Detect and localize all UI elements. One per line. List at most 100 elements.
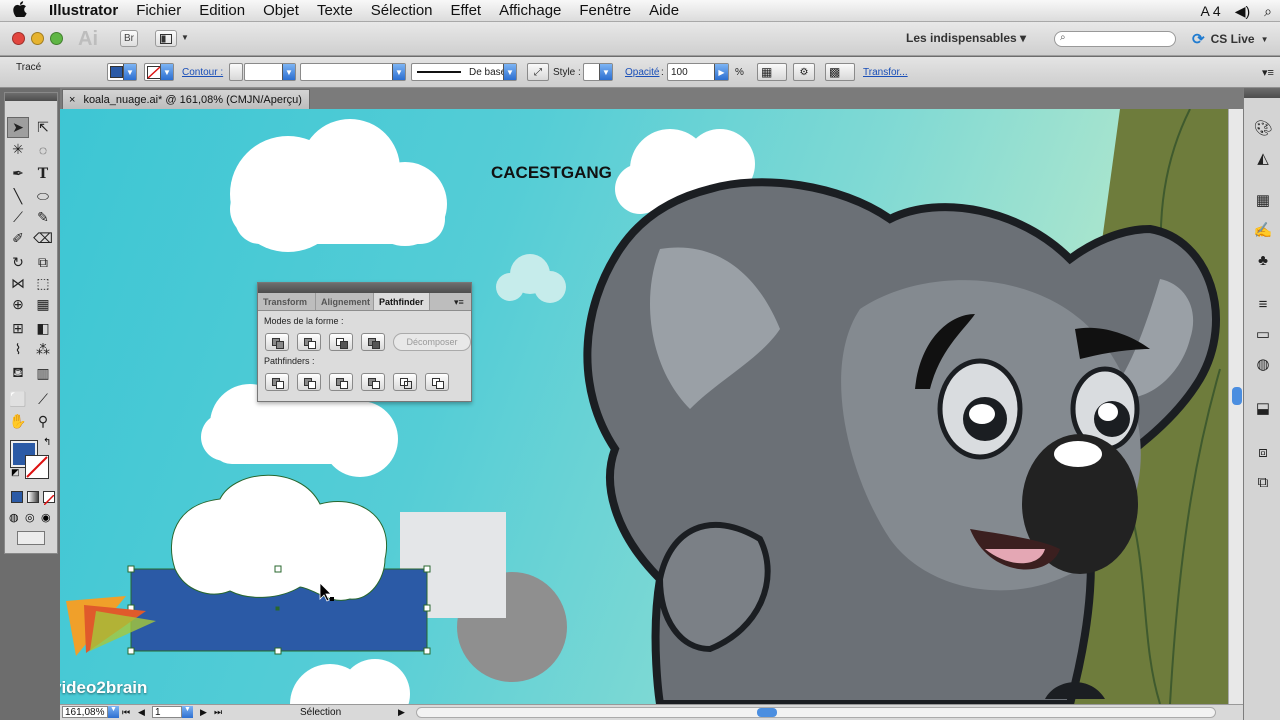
brush-definition-select[interactable]: De base ▼ — [411, 63, 517, 81]
exclude-button[interactable] — [361, 333, 385, 351]
lasso-tool[interactable]: ◌ — [32, 139, 54, 160]
stroke-weight-input[interactable]: ▼ — [244, 63, 296, 81]
fill-color-swatch[interactable]: ▼ — [107, 63, 137, 81]
swap-fill-stroke-icon[interactable]: ↰ — [43, 437, 51, 448]
workspace-switcher[interactable]: Les indispensables ▾ — [906, 31, 1026, 45]
minus-front-button[interactable] — [297, 333, 321, 351]
draw-normal-icon[interactable]: ◍ — [9, 511, 19, 524]
zoom-window-button[interactable] — [50, 32, 63, 45]
pen-tool[interactable]: ✒ — [7, 163, 29, 184]
document-tab[interactable]: × koala_nuage.ai* @ 161,08% (CMJN/Aperçu… — [62, 89, 310, 109]
artboard-tool[interactable]: ⬜ — [7, 389, 29, 410]
chevron-down-icon[interactable]: ▼ — [181, 33, 189, 42]
outline-button[interactable] — [393, 373, 417, 391]
merge-button[interactable] — [329, 373, 353, 391]
ellipse-tool[interactable]: ⬭ — [32, 186, 54, 207]
panel-menu-icon[interactable]: ▾≡ — [454, 297, 464, 308]
panel-title-bar[interactable] — [258, 283, 471, 293]
menu-fichier[interactable]: Fichier — [127, 2, 190, 19]
gradient-panel-icon[interactable]: ▭ — [1253, 324, 1273, 344]
opacity-input[interactable]: 100 ▶ — [667, 63, 729, 81]
mesh-tool[interactable]: ⊞ — [7, 318, 29, 339]
appearance-panel-icon[interactable]: ⬓ — [1253, 398, 1273, 418]
stroke-weight-stepper[interactable] — [229, 63, 243, 81]
menu-effet[interactable]: Effet — [442, 2, 491, 19]
column-graph-tool[interactable]: ▥ — [32, 363, 54, 384]
crop-button[interactable] — [361, 373, 385, 391]
none-mode-button[interactable] — [43, 491, 55, 506]
color-panel-icon[interactable]: 🎨︎ — [1253, 118, 1273, 138]
swatches-panel-icon[interactable]: ▦ — [1253, 190, 1273, 210]
perspective-grid-tool[interactable]: ▦ — [32, 294, 54, 315]
last-artboard-icon[interactable]: ⏭ — [214, 707, 222, 718]
stroke-panel-link[interactable]: Contour : — [182, 67, 223, 78]
selected-cloud[interactable] — [171, 474, 387, 601]
arrange-documents-button[interactable] — [155, 30, 177, 47]
symbols-panel-icon[interactable]: ♣ — [1253, 250, 1273, 270]
menu-affichage[interactable]: Affichage — [490, 2, 570, 19]
artboards-panel-icon[interactable]: ⧉ — [1253, 472, 1273, 492]
chevron-down-icon[interactable]: ▼ — [108, 706, 119, 718]
menu-edition[interactable]: Edition — [190, 2, 254, 19]
intersect-button[interactable] — [329, 333, 353, 351]
horizontal-scroll-thumb[interactable] — [757, 708, 777, 717]
artboard-number-field[interactable]: 1 — [152, 706, 182, 718]
eraser-tool[interactable]: ⌫ — [32, 228, 54, 249]
volume-icon[interactable]: ◀) — [1235, 3, 1250, 20]
transparency-panel-icon[interactable]: ◍ — [1253, 354, 1273, 374]
status-menu-icon[interactable]: ▶ — [398, 707, 405, 718]
gradient-tool[interactable]: ◧ — [32, 318, 54, 339]
menu-app[interactable]: Illustrator — [40, 2, 127, 19]
slice-tool[interactable]: ⟋ — [32, 389, 54, 410]
cs-live-button[interactable]: ⟳ CS Live ▼ — [1192, 30, 1269, 48]
panel-menu-icon[interactable]: ▾≡ — [1262, 66, 1274, 79]
paintbrush-tool[interactable]: ⟋ — [7, 207, 29, 228]
zoom-tool[interactable]: ⚲ — [32, 411, 54, 432]
previous-artboard-icon[interactable]: ◀ — [138, 707, 145, 718]
shape-builder-tool[interactable]: ⊕ — [7, 294, 29, 315]
layers-panel-icon[interactable]: ⧈ — [1253, 442, 1273, 462]
blend-tool[interactable]: ⁂ — [32, 339, 54, 360]
line-tool[interactable]: ╲ — [7, 186, 29, 207]
zoom-field[interactable]: 161,08% — [62, 706, 108, 718]
tab-alignement[interactable]: Alignement — [316, 293, 374, 310]
adobe-status-icon[interactable]: A 4 — [1200, 3, 1220, 19]
stroke-color-swatch[interactable]: ▼ — [144, 63, 174, 81]
screen-mode-button[interactable] — [17, 531, 45, 545]
minus-back-button[interactable] — [425, 373, 449, 391]
trim-button[interactable] — [297, 373, 321, 391]
vertical-scrollbar[interactable] — [1228, 109, 1243, 704]
selection-tool[interactable]: ➤ — [7, 117, 29, 138]
help-search-input[interactable]: ⌕ — [1054, 31, 1176, 47]
align-options-button[interactable]: ▩ — [825, 63, 855, 81]
scale-tool[interactable]: ⧉ — [32, 252, 54, 273]
menu-texte[interactable]: Texte — [308, 2, 362, 19]
menu-selection[interactable]: Sélection — [362, 2, 442, 19]
width-tool[interactable]: ⋈ — [7, 273, 29, 294]
transform-panel-link[interactable]: Transfor... — [863, 67, 908, 78]
stroke-panel-icon[interactable]: ≡ — [1253, 294, 1273, 314]
opacity-panel-link[interactable]: Opacité — [625, 67, 659, 78]
close-window-button[interactable] — [12, 32, 25, 45]
vertical-scroll-thumb[interactable] — [1232, 387, 1242, 405]
recolor-artwork-button[interactable]: ⤢ — [527, 63, 549, 81]
color-mode-button[interactable] — [11, 491, 23, 503]
blob-brush-tool[interactable]: ✐ — [7, 228, 29, 249]
tab-transform[interactable]: Transform — [258, 293, 316, 310]
next-artboard-icon[interactable]: ▶ — [200, 707, 207, 718]
spotlight-icon[interactable]: ⌕ — [1264, 3, 1272, 20]
gradient-mode-button[interactable] — [27, 491, 39, 503]
preferences-button[interactable]: ⚙ — [793, 63, 815, 81]
graphic-style-select[interactable]: ▼ — [583, 63, 613, 81]
rotate-tool[interactable]: ↻ — [7, 252, 29, 273]
free-transform-tool[interactable]: ⬚ — [32, 273, 54, 294]
stroke-swatch[interactable] — [25, 455, 49, 479]
menu-fenetre[interactable]: Fenêtre — [570, 2, 640, 19]
pencil-tool[interactable]: ✎ — [32, 207, 54, 228]
draw-behind-icon[interactable]: ◎ — [25, 511, 35, 524]
bridge-button[interactable]: Br — [120, 30, 138, 47]
close-tab-icon[interactable]: × — [69, 94, 75, 106]
symbol-sprayer-tool[interactable]: ⛾ — [7, 363, 29, 384]
magic-wand-tool[interactable]: ✳ — [7, 139, 29, 160]
menu-objet[interactable]: Objet — [254, 2, 308, 19]
